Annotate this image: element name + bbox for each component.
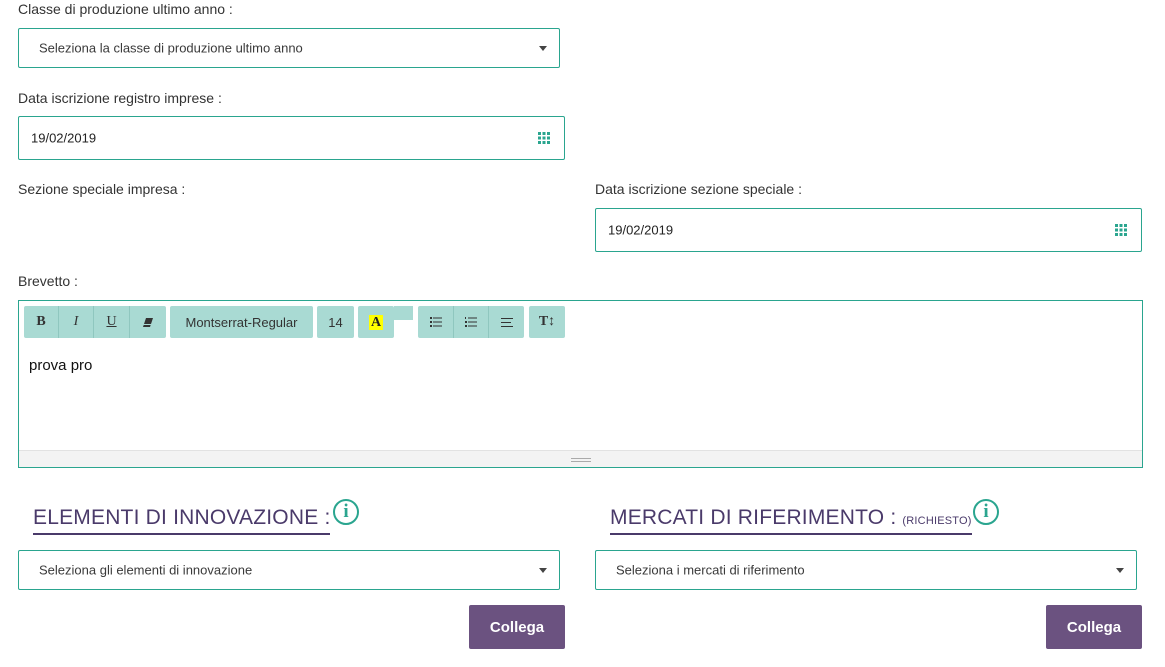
innovation-collega-button[interactable]: Collega	[469, 605, 565, 649]
unordered-list-button[interactable]	[418, 306, 453, 338]
bullet-list-icon	[429, 317, 442, 327]
numbered-list-icon	[465, 317, 477, 327]
markets-section-title: MERCATI DI RIFERIMENTO : (RICHIESTO)	[610, 506, 972, 535]
special-section-date-value: 19/02/2019	[608, 222, 674, 238]
production-class-label: Classe di produzione ultimo anno :	[18, 1, 233, 17]
bold-button[interactable]: B	[24, 306, 58, 338]
innovation-section-title: ELEMENTI DI INNOVAZIONE :	[33, 506, 331, 535]
chevron-down-icon	[539, 568, 547, 573]
eraser-icon	[143, 317, 153, 327]
markets-select[interactable]: Seleziona i mercati di riferimento	[595, 550, 1137, 590]
text-height-icon: T↕	[538, 314, 556, 329]
production-class-select[interactable]: Seleziona la classe di produzione ultimo…	[18, 28, 560, 68]
patent-editor-content[interactable]: prova pro	[29, 357, 92, 374]
special-section-date-label: Data iscrizione sezione speciale :	[595, 181, 802, 197]
info-icon[interactable]: i	[973, 499, 999, 525]
registry-date-input[interactable]: 19/02/2019	[18, 116, 565, 160]
editor-resize-handle[interactable]	[19, 450, 1142, 467]
line-height-button[interactable]: T↕	[529, 306, 565, 338]
registry-date-label: Data iscrizione registro imprese :	[18, 90, 222, 106]
markets-placeholder: Seleziona i mercati di riferimento	[616, 562, 805, 578]
patent-label: Brevetto :	[18, 273, 78, 289]
special-section-date-input[interactable]: 19/02/2019	[595, 208, 1142, 252]
patent-editor[interactable]: B I U Montserrat-Regular 14 A T↕ prova p…	[18, 300, 1143, 468]
calendar-icon[interactable]	[1115, 224, 1127, 236]
ordered-list-button[interactable]	[453, 306, 488, 338]
align-left-icon	[500, 317, 513, 327]
highlight-dropdown-toggle[interactable]	[394, 306, 413, 320]
required-note: (RICHIESTO)	[902, 515, 972, 527]
toolbar-style-group: B I U	[24, 306, 166, 338]
innovation-placeholder: Seleziona gli elementi di innovazione	[39, 562, 253, 578]
font-family-button[interactable]: Montserrat-Regular	[170, 306, 313, 338]
chevron-down-icon	[1116, 568, 1124, 573]
toolbar-paragraph-group	[418, 306, 524, 338]
production-class-placeholder: Seleziona la classe di produzione ultimo…	[39, 40, 303, 56]
font-size-button[interactable]: 14	[317, 306, 354, 338]
markets-title-text: MERCATI DI RIFERIMENTO :	[610, 506, 897, 529]
special-section-label: Sezione speciale impresa :	[18, 181, 186, 197]
align-button[interactable]	[488, 306, 524, 338]
info-icon[interactable]: i	[333, 499, 359, 525]
markets-collega-button[interactable]: Collega	[1046, 605, 1142, 649]
calendar-icon[interactable]	[538, 132, 550, 144]
chevron-down-icon	[539, 46, 547, 51]
underline-button[interactable]: U	[93, 306, 129, 338]
font-size-label: 14	[328, 314, 343, 330]
italic-button[interactable]: I	[58, 306, 93, 338]
eraser-button[interactable]	[129, 306, 166, 338]
highlight-icon: A	[368, 314, 384, 330]
innovation-title-text: ELEMENTI DI INNOVAZIONE :	[33, 506, 331, 529]
highlight-button[interactable]: A	[358, 306, 394, 338]
resize-grip-icon	[570, 456, 591, 462]
font-family-label: Montserrat-Regular	[185, 314, 298, 330]
innovation-select[interactable]: Seleziona gli elementi di innovazione	[18, 550, 560, 590]
registry-date-value: 19/02/2019	[31, 130, 97, 146]
